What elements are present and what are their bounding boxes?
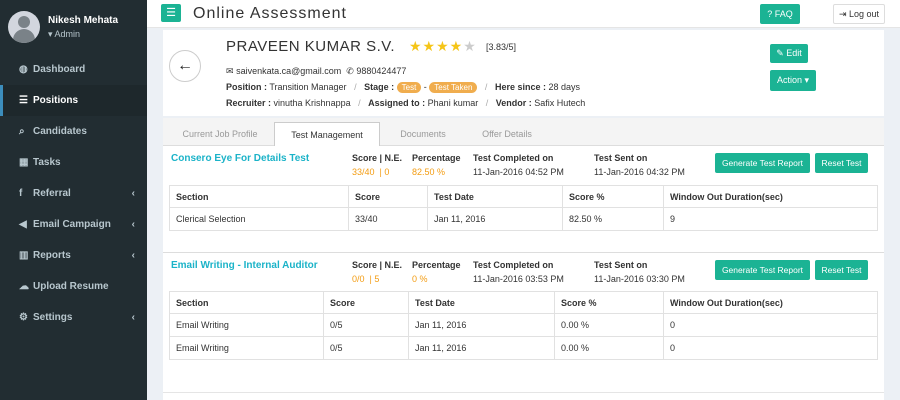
vendor: Safix Hutech xyxy=(534,98,586,108)
star-rating: ★★★★★ xyxy=(409,38,477,55)
test-sent-on: 11-Jan-2016 03:30 PM xyxy=(594,274,685,284)
action-dropdown-button[interactable]: Action ▾ xyxy=(770,70,816,91)
test-percentage: 82.50 % xyxy=(412,167,446,177)
test-card: Email Writing - Internal Auditor Score |… xyxy=(163,253,884,383)
generate-test-report-button[interactable]: Generate Test Report xyxy=(715,153,810,173)
reset-test-button[interactable]: Reset Test xyxy=(815,153,868,173)
user-panel: Nikesh Mehata ▾ Admin xyxy=(0,0,147,54)
test-completed-on: 11-Jan-2016 04:52 PM xyxy=(473,167,564,177)
candidate-phone: 9880424477 xyxy=(356,66,407,76)
sidebar-item-tasks[interactable]: ▦ Tasks xyxy=(0,147,147,178)
stage-tag: Test Taken xyxy=(429,82,478,93)
tab-current-job-profile[interactable]: Current Job Profile xyxy=(169,122,271,146)
edit-button[interactable]: ✎ Edit xyxy=(770,44,808,63)
recruiter: vinutha Krishnappa xyxy=(273,98,351,108)
test-score: 0/0 xyxy=(352,274,365,284)
faq-button[interactable]: ? FAQ xyxy=(760,4,800,24)
avatar xyxy=(8,11,40,43)
test-ne: 5 xyxy=(374,274,380,284)
rating-value: [3.83/5] xyxy=(486,42,517,52)
top-header: ☰ Online Assessment ? FAQ ⇥ Log out xyxy=(147,0,900,28)
test-ne: 0 xyxy=(384,167,390,177)
sidebar-item-candidates[interactable]: ⌕ Candidates xyxy=(0,116,147,147)
question-circle-icon: ? xyxy=(767,9,773,19)
sidebar-item-reports[interactable]: ▥ Reports ‹ xyxy=(0,240,147,271)
candidate-name: PRAVEEN KUMAR S.V. xyxy=(226,38,396,55)
sidebar-item-label: Candidates xyxy=(33,126,87,137)
sidebar-item-settings[interactable]: ⚙ Settings ‹ xyxy=(0,302,147,333)
logout-button[interactable]: ⇥ Log out xyxy=(833,4,885,24)
assigned-to: Phani kumar xyxy=(427,98,479,108)
sidebar-item-upload-resume[interactable]: ☁ Upload Resume xyxy=(0,271,147,302)
pencil-icon: ✎ xyxy=(776,48,784,58)
sidebar-item-dashboard[interactable]: ◍ Dashboard xyxy=(0,54,147,85)
cloud-upload-icon: ☁ xyxy=(19,281,29,292)
sidebar-item-label: Dashboard xyxy=(33,64,86,75)
bullhorn-icon: ◀ xyxy=(19,219,27,230)
user-name: Nikesh Mehata xyxy=(48,14,119,26)
app-title: Online Assessment xyxy=(193,5,347,22)
section-table: Section Score Test Date Score % Window O… xyxy=(169,291,878,360)
search-icon: ⌕ xyxy=(19,126,25,137)
sidebar-item-email-campaign[interactable]: ◀ Email Campaign ‹ xyxy=(0,209,147,240)
reset-test-button[interactable]: Reset Test xyxy=(815,260,868,280)
test-completed-on: 11-Jan-2016 03:53 PM xyxy=(473,274,564,284)
table-row: Email Writing 0/5 Jan 11, 2016 0.00 % 0 xyxy=(169,313,878,337)
candidate-position: Transition Manager xyxy=(269,82,347,92)
next-card xyxy=(163,392,884,400)
table-row: Clerical Selection 33/40 Jan 11, 2016 82… xyxy=(169,207,878,231)
here-since: 28 days xyxy=(548,82,581,92)
sidebar-item-referral[interactable]: f Referral ‹ xyxy=(0,178,147,209)
table-header-row: Section Score Test Date Score % Window O… xyxy=(169,185,878,208)
back-arrow-icon[interactable]: ← xyxy=(169,50,201,82)
envelope-icon: ✉ xyxy=(226,66,234,76)
bars-icon[interactable]: ☰ xyxy=(161,4,181,22)
sidebar-item-label: Positions xyxy=(33,95,79,106)
calendar-icon: ▦ xyxy=(19,157,29,168)
test-score: 33/40 xyxy=(352,167,375,177)
test-name[interactable]: Consero Eye For Details Test xyxy=(171,153,309,164)
sidebar-item-label: Referral xyxy=(33,188,71,199)
dashboard-icon: ◍ xyxy=(19,64,28,75)
sidebar-item-positions[interactable]: ☰ Positions xyxy=(0,85,147,116)
caret-down-icon: ▾ xyxy=(804,75,810,85)
test-percentage: 0 % xyxy=(412,274,428,284)
tabs-panel: Current Job Profile Test Management Docu… xyxy=(163,118,884,400)
sidebar-menu: ◍ Dashboard ☰ Positions ⌕ Candidates ▦ Tasks… xyxy=(0,54,147,333)
candidate-profile: ← PRAVEEN KUMAR S.V. ★★★★★ [3.83/5] ✉ sa… xyxy=(163,30,884,116)
table-row: Email Writing 0/5 Jan 11, 2016 0.00 % 0 xyxy=(169,336,878,360)
sidebar-item-label: Settings xyxy=(33,312,73,323)
user-role: Admin xyxy=(54,28,81,39)
sidebar-item-label: Upload Resume xyxy=(33,281,109,292)
star-icon: ★★★★ xyxy=(409,38,464,54)
test-name[interactable]: Email Writing - Internal Auditor xyxy=(171,260,318,271)
bar-chart-icon: ▥ xyxy=(19,250,29,261)
sidebar-item-label: Email Campaign xyxy=(33,219,111,230)
stage-tag: Test xyxy=(396,82,422,93)
phone-icon: ✆ xyxy=(346,66,354,76)
sidebar-item-label: Tasks xyxy=(33,157,61,168)
list-icon: ☰ xyxy=(19,95,28,106)
candidate-email: saivenkata.ca@gmail.com xyxy=(236,66,342,76)
star-empty-icon: ★ xyxy=(463,38,477,54)
section-table: Section Score Test Date Score % Window O… xyxy=(169,185,878,231)
facebook-icon: f xyxy=(19,188,23,199)
chevron-left-icon: ‹ xyxy=(131,219,135,230)
generate-test-report-button[interactable]: Generate Test Report xyxy=(715,260,810,280)
chevron-left-icon: ‹ xyxy=(131,188,135,199)
test-sent-on: 11-Jan-2016 04:32 PM xyxy=(594,167,685,177)
chevron-left-icon: ‹ xyxy=(131,312,135,323)
tab-offer-details[interactable]: Offer Details xyxy=(465,122,549,146)
sign-out-icon: ⇥ xyxy=(838,9,847,19)
table-header-row: Section Score Test Date Score % Window O… xyxy=(169,291,878,314)
caret-down-icon: ▾ xyxy=(48,28,53,39)
tab-strip: Current Job Profile Test Management Docu… xyxy=(163,118,884,146)
tab-test-management[interactable]: Test Management xyxy=(274,122,380,146)
sidebar: Nikesh Mehata ▾ Admin ◍ Dashboard ☰ Positi… xyxy=(0,0,147,400)
chevron-left-icon: ‹ xyxy=(131,250,135,261)
tab-documents[interactable]: Documents xyxy=(381,122,465,146)
test-card: Consero Eye For Details Test Score | N.E… xyxy=(163,146,884,251)
sidebar-item-label: Reports xyxy=(33,250,71,261)
gear-icon: ⚙ xyxy=(19,312,28,323)
